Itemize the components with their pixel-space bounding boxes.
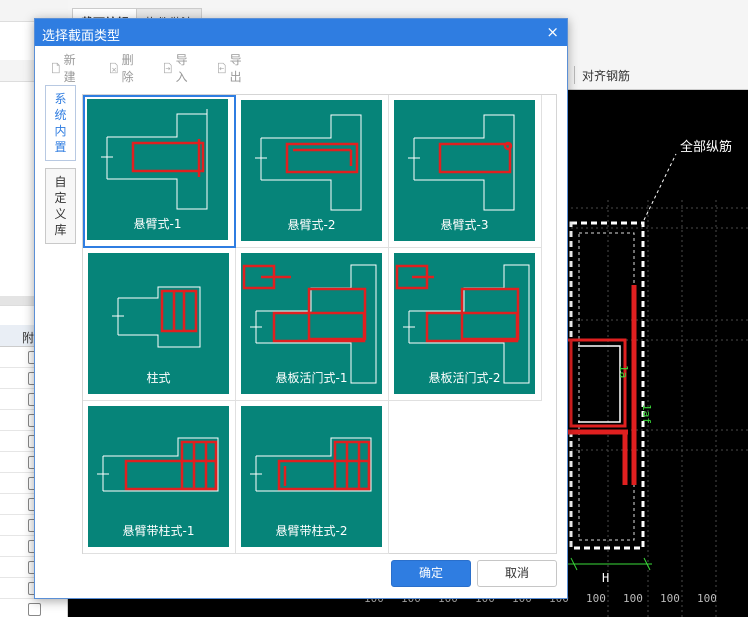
section-item-column[interactable]: 柱式 [83,248,236,401]
item-label: 柱式 [146,371,171,385]
align-rebar-button[interactable]: 对齐钢筋 [582,67,630,84]
section-item-cantilever-column-2[interactable]: 悬臂带柱式-2 [236,401,389,554]
item-label: 悬臂带柱式-1 [122,524,195,538]
dimension-h-label: H [602,571,609,585]
tab-char: 自 [54,175,67,189]
scale-label: 100 [697,592,717,605]
export-button[interactable]: 导出 [217,53,246,84]
tab-char: 定 [54,191,67,205]
section-thumbnail: 悬臂带柱式-1 [88,406,229,547]
close-icon[interactable]: × [546,23,559,41]
scale-label: 100 [586,592,606,605]
tab-char: 统 [54,108,67,122]
tab-char: 库 [54,223,67,237]
dialog-titlebar[interactable]: 选择截面类型 × [35,19,567,46]
export-button-label: 导出 [229,53,242,84]
annotation-leader [643,153,677,221]
section-item-slab-gate-2[interactable]: 悬板活门式-2 [389,248,542,401]
import-button[interactable]: 导入 [163,53,192,84]
table-row [0,599,68,617]
scale-label: 100 [623,592,643,605]
table-header-label: 附 [22,331,35,345]
bg-toolbar: 对齐钢筋 [568,60,748,90]
section-thumbnail: 悬臂式-3 [394,100,535,241]
section-item-cantilever-3[interactable]: 悬臂式-3 [389,95,542,248]
tab-char: 内 [54,124,67,138]
new-button-label: 新建 [63,53,76,84]
item-label: 悬板活门式-1 [275,371,348,385]
section-thumbnail: 悬板活门式-2 [394,253,535,394]
item-label: 悬臂式-3 [440,218,489,232]
delete-button[interactable]: 删除 [109,53,138,84]
section-thumbnail: 悬板活门式-1 [241,253,382,394]
annotation-all-rebar: 全部纵筋 [680,139,732,155]
dimension-text: 1a [617,365,630,378]
export-icon [218,62,226,74]
row-checkbox[interactable] [28,603,41,616]
tab-char: 系 [54,92,67,106]
tab-char: 置 [54,140,67,154]
item-label: 悬臂带柱式-2 [275,524,348,538]
item-label: 悬板活门式-2 [428,371,501,385]
item-label: 悬臂式-2 [287,218,336,232]
dimension-text: 1af [640,404,653,424]
delete-button-label: 删除 [121,53,134,84]
ok-button[interactable]: 确定 [391,560,471,587]
rebar-stirrup [566,338,627,428]
toolbar-separator [574,66,575,84]
section-thumbnail: 柱式 [88,253,229,394]
rebar-inner-line [578,345,621,423]
tab-custom-library[interactable]: 自 定 义 库 [45,168,76,244]
item-label: 悬臂式-1 [133,217,182,231]
delete-file-icon [110,62,118,74]
cancel-button[interactable]: 取消 [477,560,557,587]
tab-char: 义 [54,207,67,221]
section-item-cantilever-2[interactable]: 悬臂式-2 [236,95,389,248]
import-icon [164,62,172,74]
section-item-cantilever-1[interactable]: 悬臂式-1 [83,95,236,248]
import-button-label: 导入 [175,53,188,84]
section-item-slab-gate-1[interactable]: 悬板活门式-1 [236,248,389,401]
select-section-type-dialog: 选择截面类型 × 新建 删除 导入 导出 系 统 内 置 自 定 义 库 悬臂式… [34,18,568,599]
section-item-cantilever-column-1[interactable]: 悬臂带柱式-1 [83,401,236,554]
new-button[interactable]: 新建 [51,53,80,84]
section-type-grid: 悬臂式-1 悬臂式-2 悬臂式-3 柱式 悬板活门式-1 悬板活门式-2 悬臂带… [82,94,557,554]
section-thumbnail: 悬臂式-2 [241,100,382,241]
section-thumbnail: 悬臂带柱式-2 [241,406,382,547]
scale-label: 100 [660,592,680,605]
section-thumbnail: 悬臂式-1 [87,99,228,240]
new-file-icon [52,62,60,74]
dialog-title: 选择截面类型 [42,29,121,44]
tab-system-builtin[interactable]: 系 统 内 置 [45,85,76,161]
